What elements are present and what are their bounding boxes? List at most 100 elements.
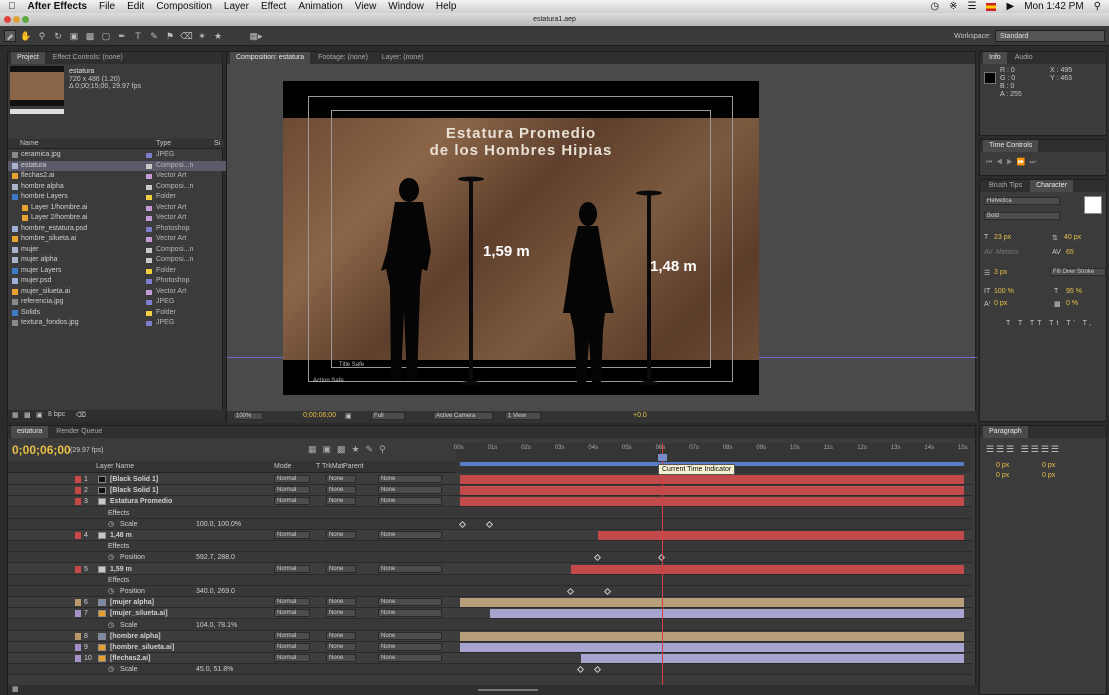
new-folder-icon[interactable]: ▩ bbox=[24, 411, 31, 419]
view-select[interactable]: 1 View bbox=[505, 412, 541, 420]
project-item[interactable]: hombre_silueta.ai Vector Art bbox=[8, 234, 228, 244]
vertical-scale-value[interactable]: 100 % bbox=[994, 288, 1014, 295]
project-item[interactable]: mujer Layers Folder bbox=[8, 266, 228, 276]
keyframe[interactable] bbox=[593, 554, 601, 562]
tab-character[interactable]: Character bbox=[1030, 180, 1073, 192]
space-after-value[interactable]: 0 px bbox=[1042, 472, 1055, 479]
layer-label-color[interactable] bbox=[75, 476, 81, 483]
layer-label-color[interactable] bbox=[75, 487, 81, 495]
project-item[interactable]: mujer alpha Composi...n bbox=[8, 255, 228, 265]
flag-icon[interactable] bbox=[986, 2, 997, 11]
layer-trkmat-select[interactable]: None bbox=[326, 486, 356, 495]
layer-parent-select[interactable]: None bbox=[378, 497, 442, 506]
label-color-swatch[interactable] bbox=[146, 321, 152, 326]
comp-timecode[interactable]: 0;00;06;00 bbox=[303, 412, 336, 419]
tab-layer[interactable]: Layer: (none) bbox=[375, 52, 430, 64]
space-before-value[interactable]: 0 px bbox=[996, 472, 1009, 479]
layer-mode-select[interactable]: Normal bbox=[274, 486, 310, 495]
camera-select[interactable]: Active Camera bbox=[433, 412, 493, 420]
project-item[interactable]: ceramica.jpg JPEG bbox=[8, 150, 228, 160]
label-color-swatch[interactable] bbox=[146, 247, 152, 253]
project-item[interactable]: hombre Layers Folder bbox=[8, 192, 228, 202]
tracking-value[interactable]: 65 bbox=[1066, 249, 1074, 256]
stroke-width-value[interactable]: 3 px bbox=[994, 269, 1007, 276]
layer-name[interactable]: Estatura Promedio bbox=[110, 496, 172, 507]
timeline-row[interactable]: 4 1,48 m Normal None None bbox=[8, 530, 972, 541]
leading-value[interactable]: 40 px bbox=[1064, 234, 1081, 241]
layer-parent-select[interactable]: None bbox=[378, 564, 442, 573]
keyframe[interactable] bbox=[593, 666, 601, 674]
menu-app-name[interactable]: After Effects bbox=[28, 1, 87, 12]
label-color-swatch[interactable] bbox=[146, 195, 152, 200]
apple-icon[interactable]:  bbox=[8, 1, 16, 12]
label-color-swatch[interactable] bbox=[146, 237, 152, 242]
label-color-swatch[interactable] bbox=[146, 216, 152, 221]
project-item[interactable]: hombre_estatura.psd Photoshop bbox=[8, 224, 228, 234]
layer-duration-bar[interactable] bbox=[580, 654, 964, 664]
align-buttons-icon[interactable]: ☰☰☰ ☰☰☰☰ bbox=[986, 444, 1061, 455]
clock[interactable]: Mon 1:42 PM bbox=[1024, 1, 1083, 12]
exposure-value[interactable]: +0.0 bbox=[633, 412, 647, 419]
layer-mode-select[interactable]: Normal bbox=[274, 531, 310, 539]
label-color-swatch[interactable] bbox=[146, 226, 152, 232]
timeline-row[interactable]: 6 [mujer alpha] Normal None None bbox=[8, 597, 972, 609]
menu-help[interactable]: Help bbox=[436, 1, 457, 12]
property-value[interactable]: 592.7, 288.0 bbox=[196, 552, 235, 563]
layer-mode-select[interactable]: Normal bbox=[274, 643, 310, 651]
column-parent[interactable]: Parent bbox=[343, 463, 364, 470]
stopwatch-icon[interactable]: ◷ bbox=[108, 620, 114, 631]
minimize-window-icon[interactable] bbox=[13, 16, 20, 23]
layer-parent-select[interactable]: None bbox=[378, 598, 442, 607]
layer-name[interactable]: [hombre_silueta.ai] bbox=[110, 642, 174, 653]
layer-trkmat-select[interactable]: None bbox=[326, 497, 356, 506]
property-value[interactable]: 100.0, 100.0% bbox=[196, 519, 241, 530]
snapping-icon[interactable]: ▦▸ bbox=[245, 30, 267, 42]
horizontal-scale-value[interactable]: 95 % bbox=[1066, 288, 1082, 295]
timeline-row[interactable]: 9 [hombre_silueta.ai] Normal None None bbox=[8, 642, 972, 653]
layer-duration-bar[interactable] bbox=[460, 631, 964, 641]
label-color-swatch[interactable] bbox=[146, 174, 152, 179]
layer-trkmat-select[interactable]: None bbox=[326, 631, 356, 640]
layer-trkmat-select[interactable]: None bbox=[326, 609, 356, 618]
font-family-select[interactable]: Helvetica bbox=[984, 197, 1060, 205]
tab-paragraph[interactable]: Paragraph bbox=[983, 426, 1028, 438]
zoom-select[interactable]: 100% bbox=[233, 412, 263, 420]
timeline-row[interactable]: ◷ Position 340.0, 269.0 bbox=[8, 586, 972, 597]
menu-effect[interactable]: Effect bbox=[261, 1, 286, 12]
layer-mode-select[interactable]: Normal bbox=[274, 497, 310, 506]
text-style-buttons-icon[interactable]: T T TT Tt T' T, bbox=[1006, 320, 1094, 327]
layer-trkmat-select[interactable]: None bbox=[326, 654, 356, 663]
roto-tool-icon[interactable]: ✶ bbox=[196, 30, 208, 42]
zoom-tool-icon[interactable]: ⚲ bbox=[36, 30, 48, 42]
stopwatch-icon[interactable]: ◷ bbox=[108, 664, 114, 675]
layer-trkmat-select[interactable]: None bbox=[326, 531, 356, 539]
layer-label-color[interactable] bbox=[75, 610, 81, 618]
project-item[interactable]: Layer 2/hombre.ai Vector Art bbox=[8, 213, 228, 223]
stopwatch-icon[interactable]: ◷ bbox=[108, 519, 114, 530]
layer-trkmat-select[interactable]: None bbox=[326, 643, 356, 651]
effects-group[interactable]: Effects bbox=[108, 575, 129, 586]
tsume-value[interactable]: 0 % bbox=[1066, 300, 1078, 307]
keyframe[interactable] bbox=[486, 520, 494, 528]
layer-name[interactable]: [mujer alpha] bbox=[110, 597, 154, 608]
keyframe[interactable] bbox=[459, 520, 467, 528]
playback-controls-icon[interactable]: ⏮◀▶⏩⏭ bbox=[986, 158, 1040, 167]
layer-label-color[interactable] bbox=[75, 644, 81, 651]
tab-project[interactable]: Project bbox=[11, 52, 45, 64]
layer-label-color[interactable] bbox=[75, 532, 81, 539]
timeline-row[interactable]: ◷ Scale 45.0, 51.8% bbox=[8, 664, 972, 676]
layer-label-color[interactable] bbox=[75, 655, 81, 663]
column-name[interactable]: Name bbox=[20, 140, 39, 147]
spotlight-icon[interactable]: ⚲ bbox=[1094, 1, 1101, 12]
menu-file[interactable]: File bbox=[99, 1, 115, 12]
project-item[interactable]: Layer 1/hombre.ai Vector Art bbox=[8, 203, 228, 213]
interpret-footage-icon[interactable]: ▦ bbox=[12, 411, 19, 419]
layer-name[interactable]: [hombre alpha] bbox=[110, 631, 161, 642]
timeline-row[interactable]: Effects bbox=[8, 541, 972, 553]
wifi-icon[interactable]: ☰ bbox=[968, 1, 977, 12]
time-machine-icon[interactable]: ◷ bbox=[930, 1, 939, 12]
project-item[interactable]: mujer Composi...n bbox=[8, 245, 228, 255]
layer-label-color[interactable] bbox=[75, 632, 81, 640]
new-comp-icon[interactable]: ▣ bbox=[36, 411, 43, 419]
stopwatch-icon[interactable]: ◷ bbox=[108, 586, 114, 597]
